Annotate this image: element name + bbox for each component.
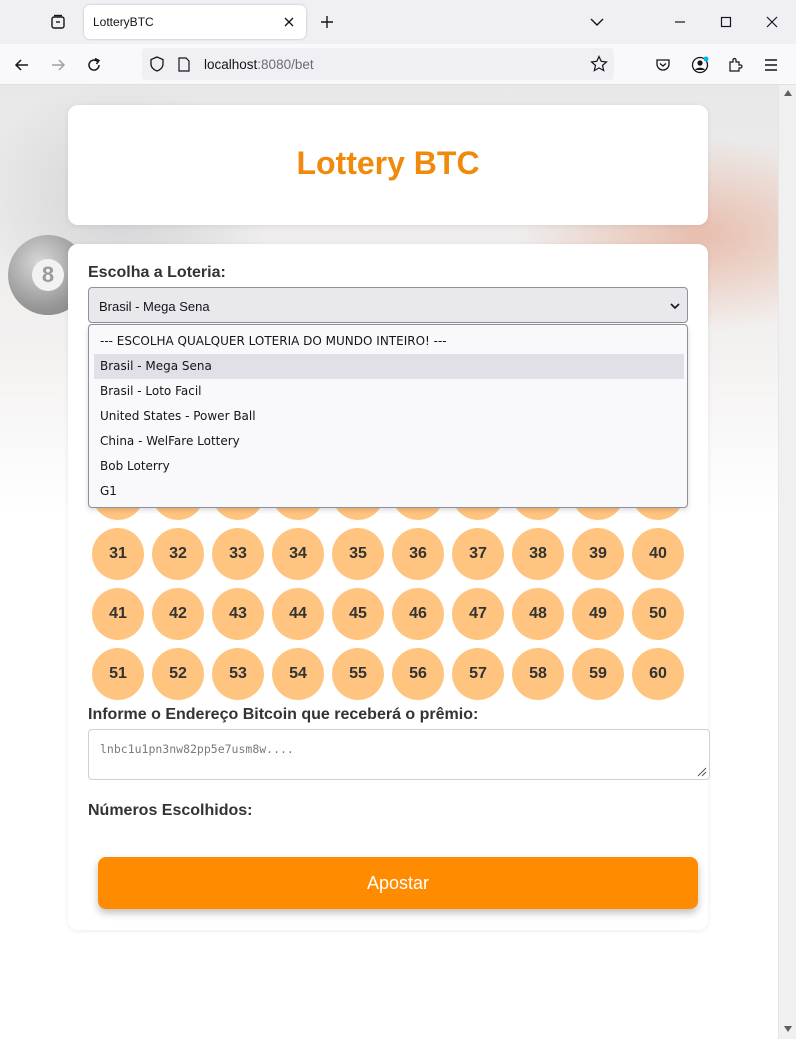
- scroll-up-icon[interactable]: [783, 88, 793, 98]
- number-ball[interactable]: 54: [272, 648, 324, 700]
- lottery-select[interactable]: Brasil - Mega Sena: [88, 287, 688, 323]
- number-ball[interactable]: 51: [92, 648, 144, 700]
- address-label: Informe o Endereço Bitcoin que receberá …: [88, 706, 479, 723]
- lottery-option[interactable]: United States - Power Ball: [94, 404, 684, 429]
- page-scrollbar[interactable]: [778, 85, 796, 1039]
- close-tab-icon[interactable]: [280, 13, 298, 31]
- lottery-select-value: Brasil - Mega Sena: [99, 299, 210, 314]
- tab-list-icon[interactable]: [44, 8, 72, 36]
- extensions-icon[interactable]: [722, 52, 748, 78]
- number-ball[interactable]: 42: [152, 588, 204, 640]
- number-ball[interactable]: 58: [512, 648, 564, 700]
- lottery-option-selected[interactable]: Brasil - Mega Sena: [94, 354, 684, 379]
- number-ball[interactable]: 33: [212, 528, 264, 580]
- number-ball[interactable]: 35: [332, 528, 384, 580]
- lottery-option[interactable]: Bob Loterry: [94, 454, 684, 479]
- number-ball[interactable]: 49: [572, 588, 624, 640]
- lottery-dropdown-list: --- ESCOLHA QUALQUER LOTERIA DO MUNDO IN…: [88, 324, 688, 508]
- number-ball[interactable]: 60: [632, 648, 684, 700]
- number-ball[interactable]: 46: [392, 588, 444, 640]
- account-icon[interactable]: [687, 52, 713, 78]
- close-window-icon[interactable]: [757, 8, 787, 36]
- lottery-option[interactable]: G1: [94, 479, 684, 504]
- bitcoin-address-input[interactable]: lnbc1u1pn3nw82pp5e7usm8w....: [88, 729, 710, 780]
- number-ball[interactable]: 43: [212, 588, 264, 640]
- url-text: localhost:8080/bet: [204, 57, 314, 72]
- minimize-icon[interactable]: [665, 8, 695, 36]
- number-ball[interactable]: 37: [452, 528, 504, 580]
- number-ball[interactable]: 50: [632, 588, 684, 640]
- forward-arrow-icon[interactable]: [45, 52, 71, 78]
- number-ball[interactable]: 36: [392, 528, 444, 580]
- number-ball[interactable]: 39: [572, 528, 624, 580]
- number-ball[interactable]: 34: [272, 528, 324, 580]
- header-card: Lottery BTC: [68, 105, 708, 225]
- scroll-down-icon[interactable]: [783, 1024, 793, 1034]
- back-arrow-icon[interactable]: [9, 52, 35, 78]
- number-ball[interactable]: 47: [452, 588, 504, 640]
- number-ball[interactable]: 45: [332, 588, 384, 640]
- nav-bar: localhost:8080/bet: [0, 44, 796, 85]
- reload-icon[interactable]: [81, 52, 107, 78]
- tab-bar: LotteryBTC: [0, 0, 796, 44]
- tab-title: LotteryBTC: [93, 15, 154, 29]
- lottery-option[interactable]: --- ESCOLHA QUALQUER LOTERIA DO MUNDO IN…: [94, 329, 684, 354]
- chevron-down-icon[interactable]: [586, 11, 608, 33]
- shield-icon[interactable]: [148, 55, 166, 73]
- page-title: Lottery BTC: [296, 145, 480, 181]
- number-ball[interactable]: 52: [152, 648, 204, 700]
- lottery-option[interactable]: China - WelFare Lottery: [94, 429, 684, 454]
- maximize-icon[interactable]: [711, 8, 741, 36]
- browser-tab[interactable]: LotteryBTC: [84, 5, 306, 39]
- number-ball[interactable]: 41: [92, 588, 144, 640]
- bet-button[interactable]: Apostar: [98, 857, 698, 909]
- pocket-icon[interactable]: [650, 52, 676, 78]
- chevron-down-icon: [669, 300, 681, 312]
- number-ball[interactable]: 53: [212, 648, 264, 700]
- chosen-numbers-label: Números Escolhidos:: [88, 802, 253, 819]
- menu-icon[interactable]: [758, 52, 784, 78]
- resize-grip-icon[interactable]: [695, 765, 707, 777]
- bookmark-star-icon[interactable]: [590, 55, 608, 73]
- number-ball[interactable]: 59: [572, 648, 624, 700]
- new-tab-icon[interactable]: [316, 11, 338, 33]
- address-placeholder: lnbc1u1pn3nw82pp5e7usm8w....: [100, 742, 294, 756]
- number-ball[interactable]: 40: [632, 528, 684, 580]
- number-ball[interactable]: 31: [92, 528, 144, 580]
- lottery-option[interactable]: Brasil - Loto Facil: [94, 379, 684, 404]
- page-viewport: 8 Lottery BTC Escolha a Loteria: Brasil …: [0, 85, 778, 1039]
- page-icon[interactable]: [175, 55, 193, 73]
- number-ball[interactable]: 55: [332, 648, 384, 700]
- number-ball[interactable]: 44: [272, 588, 324, 640]
- number-ball[interactable]: 32: [152, 528, 204, 580]
- number-ball[interactable]: 57: [452, 648, 504, 700]
- number-ball[interactable]: 56: [392, 648, 444, 700]
- lottery-label: Escolha a Loteria:: [88, 264, 226, 281]
- number-ball[interactable]: 38: [512, 528, 564, 580]
- url-bar[interactable]: localhost:8080/bet: [142, 48, 614, 80]
- number-ball[interactable]: 48: [512, 588, 564, 640]
